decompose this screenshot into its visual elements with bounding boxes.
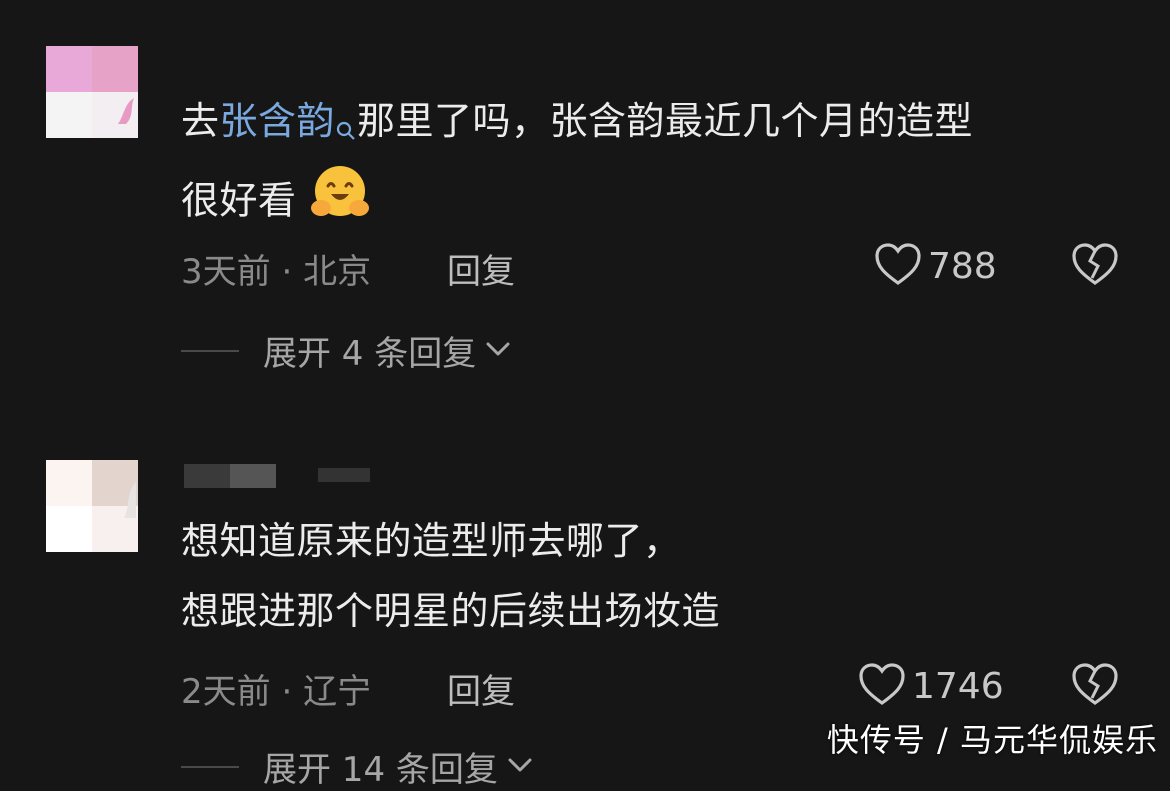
divider-line — [181, 765, 239, 768]
comment-line2: 想跟进那个明星的后续出场妆造 — [181, 589, 721, 633]
comment-text: 去张含韵 那里了吗，张含韵最近几个月的造型 很好看 — [181, 86, 973, 242]
expand-replies-button[interactable]: 展开 14 条回复 — [181, 742, 534, 791]
broken-heart-icon — [1071, 663, 1119, 710]
reply-button[interactable]: 回复 — [447, 244, 515, 293]
like-button[interactable]: 1746 — [858, 662, 1004, 710]
comment-rest: 那里了吗，张含韵最近几个月的造型 — [357, 99, 974, 143]
like-count: 788 — [928, 245, 997, 287]
meta-separator: · — [281, 252, 293, 292]
like-button[interactable]: 788 — [874, 242, 997, 290]
comment-location: 北京 — [303, 252, 372, 292]
divider-line — [181, 349, 239, 352]
watermark: 快传号 / 马元华侃娱乐 — [826, 721, 1158, 759]
mention-link[interactable]: 张含韵 — [220, 99, 336, 143]
like-count: 1746 — [912, 665, 1004, 707]
username-blurred[interactable] — [184, 464, 276, 488]
username-blurred-2 — [318, 468, 370, 482]
comment-time: 3天前 — [181, 252, 271, 292]
avatar[interactable] — [46, 460, 138, 552]
dislike-button[interactable] — [1071, 662, 1119, 710]
avatar[interactable] — [46, 46, 138, 138]
comment-location: 辽宁 — [303, 672, 372, 712]
expand-label: 展开 14 条回复 — [263, 750, 498, 790]
expand-replies-button[interactable]: 展开 4 条回复 — [181, 326, 512, 375]
chevron-down-icon — [476, 339, 512, 363]
heart-icon — [858, 662, 906, 710]
chevron-down-icon — [498, 755, 534, 779]
comment-time: 2天前 — [181, 672, 271, 712]
dislike-button[interactable] — [1071, 242, 1119, 290]
search-icon[interactable] — [335, 94, 357, 164]
comment-text: 想知道原来的造型师去哪了， 想跟进那个明星的后续出场妆造 — [181, 506, 720, 646]
comment-line2: 很好看 — [181, 178, 297, 223]
heart-icon — [874, 242, 922, 290]
hugging-face-emoji-icon — [309, 164, 371, 242]
comment-meta: 3天前 · 北京 — [181, 244, 371, 293]
expand-label: 展开 4 条回复 — [263, 334, 477, 374]
reply-button[interactable]: 回复 — [447, 664, 515, 713]
meta-separator: · — [281, 672, 293, 712]
comment-meta: 2天前 · 辽宁 — [181, 664, 371, 713]
broken-heart-icon — [1071, 243, 1119, 290]
comment-line1: 想知道原来的造型师去哪了， — [181, 519, 682, 563]
comment-prefix: 去 — [181, 99, 220, 143]
